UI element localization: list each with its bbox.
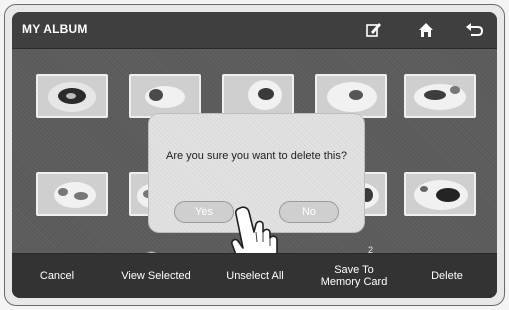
page-title: MY ALBUM bbox=[22, 22, 88, 36]
view-selected-button[interactable]: View Selected bbox=[108, 262, 204, 290]
album-screen: MY ALBUM 2 Are you sure you want to dele… bbox=[12, 12, 497, 298]
photo-thumbnail[interactable] bbox=[129, 74, 201, 118]
cancel-button[interactable]: Cancel bbox=[22, 262, 92, 290]
yes-button[interactable]: Yes bbox=[174, 201, 234, 223]
photo-thumbnail[interactable] bbox=[36, 74, 108, 118]
top-bar: MY ALBUM bbox=[12, 12, 497, 49]
photo-thumbnail[interactable] bbox=[404, 74, 476, 118]
photo-thumbnail[interactable] bbox=[315, 74, 387, 118]
home-icon[interactable] bbox=[415, 19, 437, 41]
back-icon[interactable] bbox=[463, 19, 485, 41]
delete-button[interactable]: Delete bbox=[412, 262, 482, 290]
photo-thumbnail[interactable] bbox=[36, 172, 108, 216]
photo-thumbnail[interactable] bbox=[404, 172, 476, 216]
edit-icon[interactable] bbox=[362, 19, 384, 41]
unselect-all-button[interactable]: Unselect All bbox=[212, 262, 298, 290]
dialog-message: Are you sure you want to delete this? bbox=[166, 150, 347, 162]
bottom-action-bar: Cancel View Selected Unselect All Save T… bbox=[12, 253, 497, 298]
save-to-memory-card-button[interactable]: Save To Memory Card bbox=[314, 262, 394, 290]
photo-thumbnail[interactable] bbox=[222, 74, 294, 118]
